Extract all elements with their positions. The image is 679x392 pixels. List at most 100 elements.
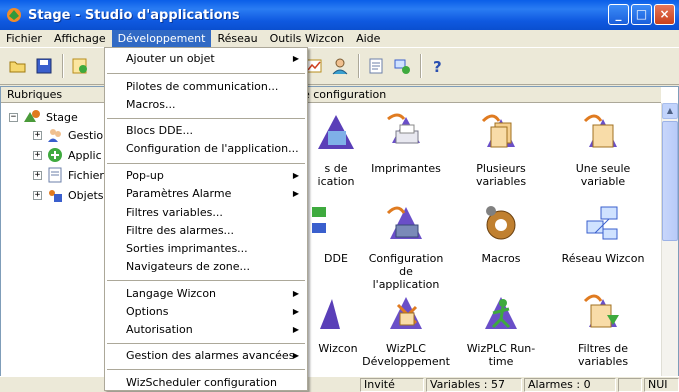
menu-fichier[interactable]: Fichier — [0, 30, 48, 47]
tree-root[interactable]: − Stage — [9, 107, 78, 127]
new-object-icon[interactable] — [70, 56, 90, 76]
icon-label: Filtres de variables — [577, 342, 629, 368]
icon-label: Macros — [481, 252, 521, 265]
tree-item-label: Gestio — [68, 128, 104, 142]
window-title: Stage - Studio d'applications — [28, 7, 240, 23]
tree-item[interactable]: + Gestio — [33, 125, 103, 145]
scroll-thumb[interactable] — [662, 121, 678, 241]
tree-item-label: Fichier — [68, 168, 104, 182]
icon-label: Une seule variable — [575, 162, 631, 188]
menu-parametres-alarme[interactable]: Paramètres Alarme ▶ — [105, 185, 307, 203]
icon-wizplc-developpement[interactable]: WizPLC Développement — [361, 289, 451, 368]
menu-reseau[interactable]: Réseau — [211, 30, 263, 47]
menu-options[interactable]: Options ▶ — [105, 303, 307, 321]
submenu-arrow-icon: ▶ — [292, 351, 299, 360]
icon-label: Configuration de l'application — [368, 252, 444, 291]
scroll-up-icon[interactable]: ▲ — [662, 103, 678, 119]
application-icon — [48, 148, 62, 162]
wizplc-dev-icon — [390, 297, 422, 329]
help-icon[interactable]: ? — [428, 56, 448, 76]
menu-separator — [107, 163, 305, 164]
menu-aide[interactable]: Aide — [350, 30, 386, 47]
status-empty — [618, 378, 642, 392]
menu-autorisation[interactable]: Autorisation ▶ — [105, 321, 307, 339]
app-icon — [7, 8, 21, 22]
submenu-arrow-icon: ▶ — [292, 325, 299, 334]
menu-navigateurs-zone[interactable]: Navigateurs de zone... — [105, 258, 307, 276]
save-icon[interactable] — [34, 56, 54, 76]
icon-filtres-variables[interactable]: Filtres de variables — [558, 289, 648, 368]
icon-macros[interactable]: Macros — [456, 199, 546, 265]
icon-plusieurs-variables[interactable]: Plusieurs variables — [456, 109, 546, 188]
menu-developpement[interactable]: Développement — [111, 30, 212, 47]
app-config-icon — [386, 206, 422, 239]
menu-affichage[interactable]: Affichage — [48, 30, 112, 47]
menu-macros[interactable]: Macros... — [105, 96, 307, 114]
menu-blocs-dde[interactable]: Blocs DDE... — [105, 122, 307, 140]
user-icon[interactable] — [330, 56, 350, 76]
icon-reseau-wizcon[interactable]: Réseau Wizcon — [558, 199, 648, 265]
expand-icon[interactable]: + — [33, 130, 42, 140]
collapse-icon[interactable]: − — [9, 112, 18, 122]
menu-separator — [107, 369, 305, 370]
expand-icon[interactable]: + — [33, 150, 42, 160]
configuration-header: e configuration — [301, 87, 661, 103]
icon-label: Imprimantes — [371, 162, 441, 175]
icon-imprimantes[interactable]: Imprimantes — [361, 109, 451, 175]
status-alarmes: Alarmes : 0 — [524, 378, 616, 392]
objects-icon — [49, 190, 62, 202]
icon-label: Plusieurs variables — [475, 162, 527, 188]
menu-separator — [107, 280, 305, 281]
menu-separator — [107, 118, 305, 119]
users-icon — [48, 129, 61, 142]
menu-bar: Fichier Affichage Développement Réseau O… — [0, 30, 679, 47]
communication-icon — [318, 115, 354, 149]
menu-ajouter-objet[interactable]: Ajouter un objet ▶ — [105, 50, 307, 68]
status-variables: Variables : 57 — [426, 378, 522, 392]
developpement-menu: Ajouter un objet ▶ Pilotes de communicati… — [104, 47, 308, 391]
tree-item[interactable]: + Applic — [33, 145, 102, 165]
toolbar-separator — [62, 54, 64, 78]
stage-icon — [24, 110, 40, 122]
menu-filtre-alarmes[interactable]: Filtre des alarmes... — [105, 222, 307, 240]
menu-langage-wizcon[interactable]: Langage Wizcon ▶ — [105, 285, 307, 303]
menu-popup[interactable]: Pop-up ▶ — [105, 167, 307, 185]
toolbar-separator — [420, 54, 422, 78]
menu-wizscheduler[interactable]: WizScheduler configuration — [105, 374, 307, 390]
network-wizcon-icon — [586, 206, 618, 240]
title-bar: Stage - Studio d'applications _ □ × — [0, 0, 679, 30]
status-user: Invité — [360, 378, 424, 392]
tree-item[interactable]: + Fichier — [33, 165, 104, 185]
close-button[interactable]: × — [654, 4, 675, 25]
network-icon[interactable] — [392, 56, 412, 76]
menu-filtres-variables[interactable]: Filtres variables... — [105, 204, 307, 222]
toolbar: ? — [0, 47, 679, 85]
expand-icon[interactable]: + — [33, 190, 42, 200]
menu-configuration-application[interactable]: Configuration de l'application... — [105, 140, 307, 158]
submenu-arrow-icon: ▶ — [292, 289, 299, 298]
maximize-button[interactable]: □ — [631, 4, 652, 25]
menu-sorties-imprimantes[interactable]: Sorties imprimantes... — [105, 240, 307, 258]
submenu-arrow-icon: ▶ — [292, 189, 299, 198]
vertical-scrollbar[interactable]: ▲ — [661, 103, 678, 378]
document-icon[interactable] — [366, 56, 386, 76]
submenu-arrow-icon: ▶ — [292, 54, 299, 63]
svg-text:?: ? — [433, 58, 442, 75]
tree-item[interactable]: + Objets — [33, 185, 104, 205]
minimize-button[interactable]: _ — [608, 4, 629, 25]
icon-label: Réseau Wizcon — [561, 252, 645, 265]
variable-filter-icon — [583, 294, 619, 328]
tree-root-label: Stage — [46, 110, 78, 124]
icon-wizplc-runtime[interactable]: WizPLC Run-time — [456, 289, 546, 368]
icon-une-seule-variable[interactable]: Une seule variable — [558, 109, 648, 188]
open-folder-icon[interactable] — [8, 56, 28, 76]
tree-item-label: Objets — [68, 188, 104, 202]
submenu-arrow-icon: ▶ — [292, 307, 299, 316]
macros-icon — [486, 206, 516, 240]
menu-gestion-alarmes-avancees[interactable]: Gestion des alarmes avancées ▶ — [105, 347, 307, 365]
expand-icon[interactable]: + — [33, 170, 42, 180]
icon-configuration-application[interactable]: Configuration de l'application — [361, 199, 451, 291]
menu-outils-wizcon[interactable]: Outils Wizcon — [264, 30, 351, 47]
menu-pilotes[interactable]: Pilotes de communication... — [105, 78, 307, 96]
single-variable-icon — [583, 114, 617, 148]
